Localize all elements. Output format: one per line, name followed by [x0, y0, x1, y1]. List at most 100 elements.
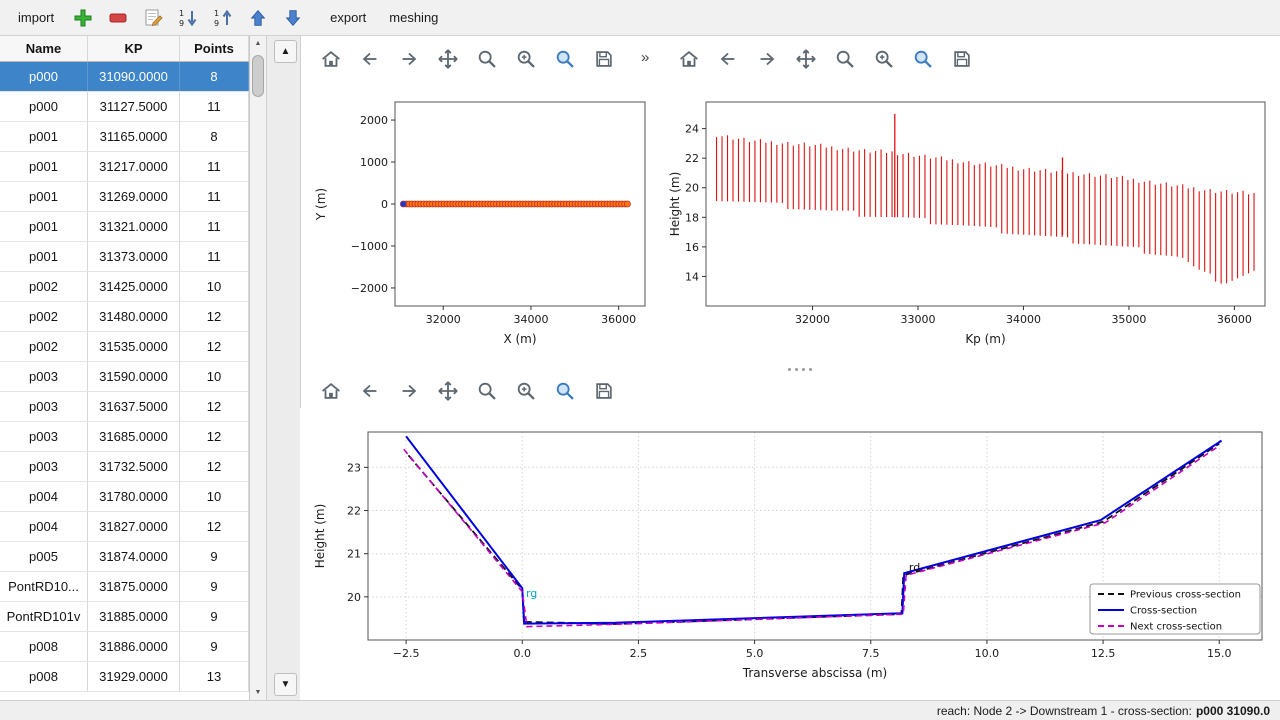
table-row[interactable]: p00831886.00009 — [0, 632, 249, 662]
kp-cell[interactable]: 31165.0000 — [88, 122, 180, 151]
kp-cell[interactable]: 31885.0000 — [88, 602, 180, 631]
name-cell[interactable]: p002 — [0, 332, 88, 361]
table-row[interactable]: p00831929.000013 — [0, 662, 249, 692]
back-button[interactable] — [713, 44, 743, 74]
back-button[interactable] — [355, 44, 385, 74]
name-cell[interactable]: p008 — [0, 632, 88, 661]
remove-section-button[interactable] — [104, 4, 132, 32]
kp-cell[interactable]: 31321.0000 — [88, 212, 180, 241]
table-row[interactable]: p00031090.00008 — [0, 62, 249, 92]
save-button[interactable] — [947, 44, 977, 74]
name-cell[interactable]: PontRD101v — [0, 602, 88, 631]
table-row[interactable]: p00231425.000010 — [0, 272, 249, 302]
column-header-points[interactable]: Points — [180, 36, 249, 61]
forward-button[interactable] — [752, 44, 782, 74]
forward-button[interactable] — [394, 376, 424, 406]
points-cell[interactable]: 12 — [180, 392, 249, 421]
name-cell[interactable]: p001 — [0, 182, 88, 211]
save-button[interactable] — [589, 44, 619, 74]
points-cell[interactable]: 13 — [180, 662, 249, 691]
kp-cell[interactable]: 31780.0000 — [88, 482, 180, 511]
points-cell[interactable]: 11 — [180, 182, 249, 211]
points-cell[interactable]: 9 — [180, 572, 249, 601]
table-row[interactable]: p00131165.00008 — [0, 122, 249, 152]
name-cell[interactable]: p003 — [0, 362, 88, 391]
name-cell[interactable]: p002 — [0, 302, 88, 331]
panel-scroll-down-button[interactable]: ▼ — [274, 673, 297, 696]
table-scrollbar[interactable]: ▲ ▼ — [250, 36, 267, 700]
name-cell[interactable]: p003 — [0, 422, 88, 451]
points-cell[interactable]: 8 — [180, 122, 249, 151]
table-row[interactable]: p00331685.000012 — [0, 422, 249, 452]
save-button[interactable] — [589, 376, 619, 406]
name-cell[interactable]: p000 — [0, 62, 88, 91]
name-cell[interactable]: p004 — [0, 482, 88, 511]
kp-cell[interactable]: 31929.0000 — [88, 662, 180, 691]
back-button[interactable] — [355, 376, 385, 406]
kp-cell[interactable]: 31886.0000 — [88, 632, 180, 661]
zoom-button[interactable] — [830, 44, 860, 74]
name-cell[interactable]: p001 — [0, 152, 88, 181]
scrollbar-thumb[interactable] — [252, 55, 264, 97]
points-cell[interactable]: 11 — [180, 212, 249, 241]
configure-subplots-button[interactable] — [511, 44, 541, 74]
table-row[interactable]: p00131217.000011 — [0, 152, 249, 182]
name-cell[interactable]: p001 — [0, 212, 88, 241]
table-row[interactable]: p00131373.000011 — [0, 242, 249, 272]
points-cell[interactable]: 9 — [180, 632, 249, 661]
points-cell[interactable]: 12 — [180, 512, 249, 541]
plan-view-plot[interactable]: 320003400036000−2000−1000010002000X (m)Y… — [305, 80, 657, 370]
customize-button[interactable] — [908, 44, 938, 74]
name-cell[interactable]: p003 — [0, 392, 88, 421]
scroll-up-icon[interactable]: ▲ — [250, 36, 266, 51]
table-row[interactable]: p00131269.000011 — [0, 182, 249, 212]
home-button[interactable] — [674, 44, 704, 74]
configure-subplots-button[interactable] — [511, 376, 541, 406]
kp-cell[interactable]: 31732.5000 — [88, 452, 180, 481]
points-cell[interactable]: 11 — [180, 242, 249, 271]
table-row[interactable]: PontRD10...31875.00009 — [0, 572, 249, 602]
points-cell[interactable]: 10 — [180, 362, 249, 391]
table-row[interactable]: p00131321.000011 — [0, 212, 249, 242]
kp-cell[interactable]: 31090.0000 — [88, 62, 180, 91]
name-cell[interactable]: p008 — [0, 662, 88, 691]
points-cell[interactable]: 8 — [180, 62, 249, 91]
points-cell[interactable]: 12 — [180, 332, 249, 361]
points-cell[interactable]: 12 — [180, 302, 249, 331]
points-cell[interactable]: 10 — [180, 272, 249, 301]
scroll-down-icon[interactable]: ▼ — [250, 685, 266, 700]
table-row[interactable]: p00031127.500011 — [0, 92, 249, 122]
move-up-button[interactable] — [244, 4, 272, 32]
zoom-button[interactable] — [472, 44, 502, 74]
kp-cell[interactable]: 31373.0000 — [88, 242, 180, 271]
table-row[interactable]: p00431780.000010 — [0, 482, 249, 512]
sort-ascending-button[interactable]: 19 — [209, 4, 237, 32]
forward-button[interactable] — [394, 44, 424, 74]
toolbar-overflow-indicator[interactable]: » — [641, 49, 649, 66]
column-header-name[interactable]: Name — [0, 36, 88, 61]
name-cell[interactable]: PontRD10... — [0, 572, 88, 601]
add-section-button[interactable] — [69, 4, 97, 32]
kp-cell[interactable]: 31827.0000 — [88, 512, 180, 541]
points-cell[interactable]: 11 — [180, 92, 249, 121]
points-cell[interactable]: 12 — [180, 422, 249, 451]
points-cell[interactable]: 12 — [180, 452, 249, 481]
name-cell[interactable]: p004 — [0, 512, 88, 541]
table-row[interactable]: p00331590.000010 — [0, 362, 249, 392]
customize-button[interactable] — [550, 44, 580, 74]
panel-scroll-up-button[interactable]: ▲ — [274, 40, 297, 63]
configure-subplots-button[interactable] — [869, 44, 899, 74]
edit-section-button[interactable] — [139, 4, 167, 32]
table-row[interactable]: p00231480.000012 — [0, 302, 249, 332]
table-row[interactable]: p00431827.000012 — [0, 512, 249, 542]
export-button[interactable]: export — [322, 6, 374, 29]
kp-cell[interactable]: 31480.0000 — [88, 302, 180, 331]
points-cell[interactable]: 11 — [180, 152, 249, 181]
home-button[interactable] — [316, 44, 346, 74]
kp-cell[interactable]: 31425.0000 — [88, 272, 180, 301]
name-cell[interactable]: p000 — [0, 92, 88, 121]
splitter-handle[interactable] — [778, 366, 822, 372]
kp-cell[interactable]: 31535.0000 — [88, 332, 180, 361]
customize-button[interactable] — [550, 376, 580, 406]
import-button[interactable]: import — [10, 6, 62, 29]
